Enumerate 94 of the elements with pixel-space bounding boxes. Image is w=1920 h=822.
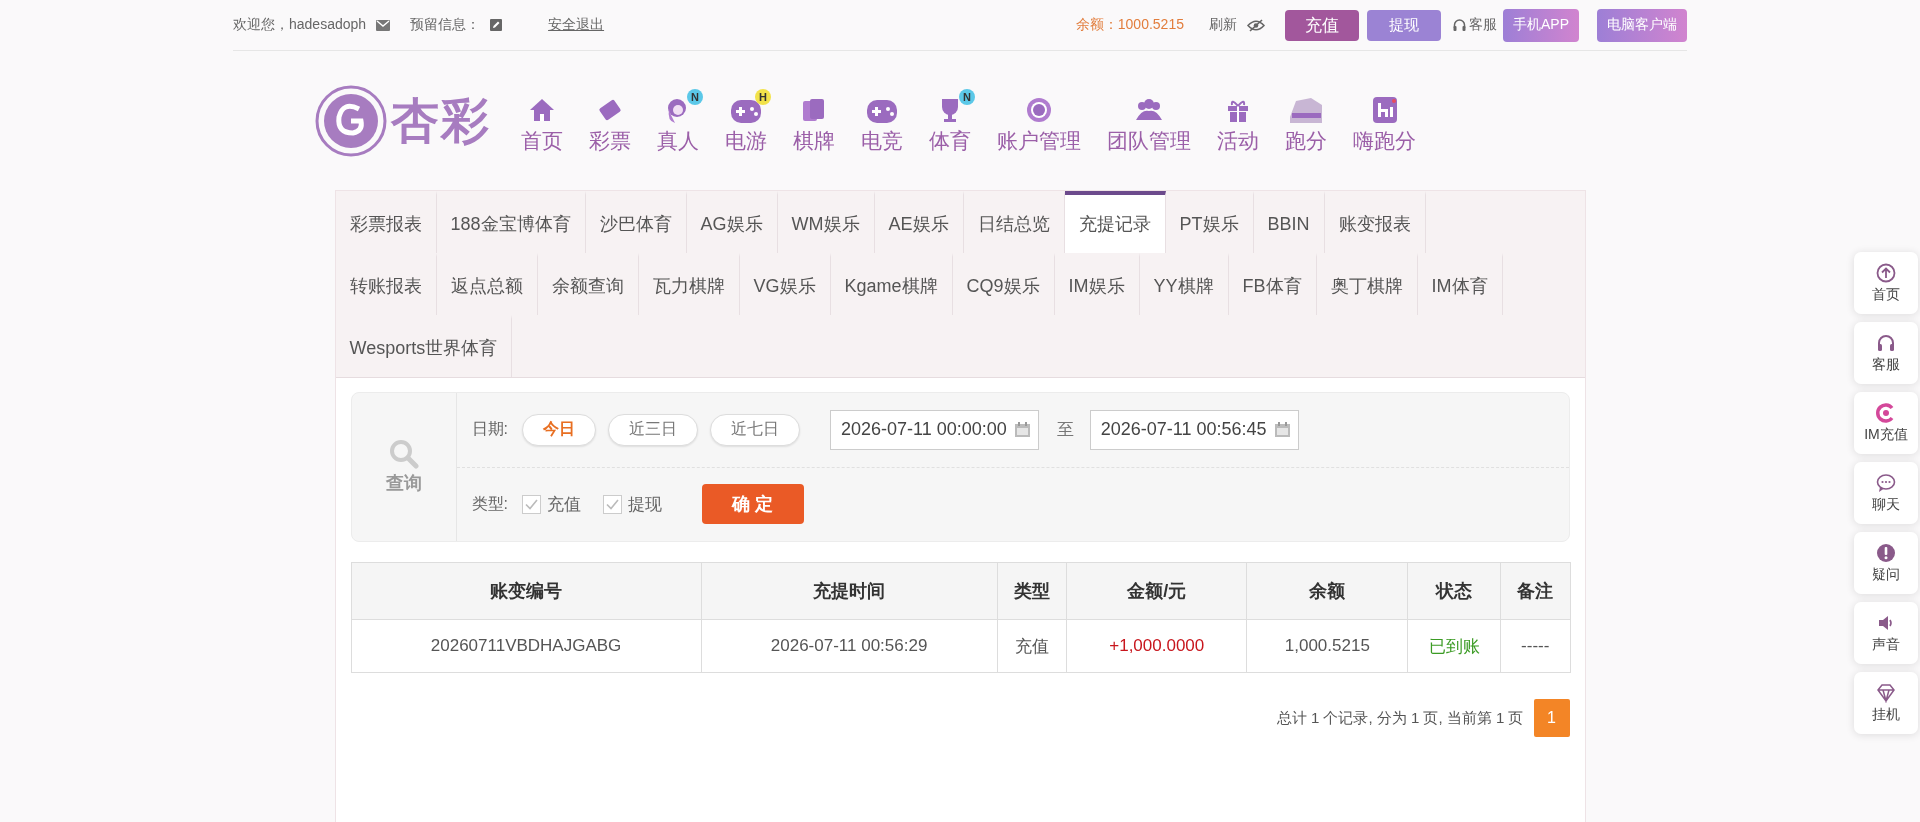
nav-item[interactable]: N 真人 <box>647 86 709 155</box>
report-tab[interactable]: 充提记录 <box>1064 191 1166 253</box>
report-tab[interactable]: 余额查询 <box>537 253 639 315</box>
mail-icon[interactable] <box>376 19 391 31</box>
range-separator: 至 <box>1056 419 1074 442</box>
float-menu-item[interactable]: 客服 <box>1854 322 1918 384</box>
nav-item[interactable]: 活动 <box>1207 86 1269 155</box>
report-tab[interactable]: 瓦力棋牌 <box>638 253 740 315</box>
float-menu-item[interactable]: 挂机 <box>1854 672 1918 734</box>
calendar-icon <box>1274 422 1290 438</box>
column-header: 账变编号 <box>351 562 702 620</box>
table-cell: ----- <box>1500 619 1570 673</box>
table-cell: 2026-07-11 00:56:29 <box>701 619 998 673</box>
float-menu-item[interactable]: 首页 <box>1854 252 1918 314</box>
logo-text: 杏彩 <box>391 92 491 149</box>
float-menu-item[interactable]: 疑问 <box>1854 532 1918 594</box>
logout-link[interactable]: 安全退出 <box>548 16 605 34</box>
type-label: 类型: <box>471 493 508 514</box>
nav-item[interactable]: 首页 <box>511 86 573 155</box>
nav-badge: N <box>959 88 975 105</box>
table-cell: +1,000.0000 <box>1066 619 1247 673</box>
nav-item[interactable]: H 电游 <box>715 86 777 155</box>
nav-item[interactable]: 棋牌 <box>783 86 845 155</box>
headset-icon <box>1876 332 1896 353</box>
end-date-field[interactable]: 2026-07-11 00:56:45 <box>1089 409 1299 450</box>
nav-badge: H <box>755 88 771 105</box>
confirm-button[interactable]: 确 定 <box>701 484 804 525</box>
column-header: 备注 <box>1500 562 1570 620</box>
float-menu-item[interactable]: 声音 <box>1854 602 1918 664</box>
report-tab[interactable]: AE娱乐 <box>874 191 964 253</box>
table-cell: 1,000.5215 <box>1246 619 1408 673</box>
column-header: 金额/元 <box>1066 562 1247 620</box>
column-header: 状态 <box>1407 562 1501 620</box>
report-tab[interactable]: 账变报表 <box>1324 191 1426 253</box>
checkbox[interactable] <box>521 494 541 514</box>
report-tab[interactable]: YY棋牌 <box>1139 253 1229 315</box>
refresh-label: 刷新 <box>1209 16 1237 34</box>
balance-text: 余额：1000.5215 <box>1075 16 1184 34</box>
nav-item[interactable]: 嗨跑分 <box>1343 86 1426 155</box>
reserved-info-label: 预留信息： <box>410 16 481 34</box>
chat-icon <box>1876 472 1896 493</box>
exclamation-icon <box>1876 542 1896 563</box>
column-header: 余额 <box>1246 562 1408 620</box>
report-tab[interactable]: Wesports世界体育 <box>335 315 513 377</box>
report-tab[interactable]: VG娱乐 <box>739 253 831 315</box>
report-tab[interactable]: 转账报表 <box>335 253 437 315</box>
swirl-icon <box>1876 402 1896 423</box>
report-tab[interactable]: WM娱乐 <box>777 191 875 253</box>
column-header: 类型 <box>997 562 1067 620</box>
deposit-button[interactable]: 充值 <box>1285 9 1359 41</box>
headset-icon[interactable] <box>1453 19 1466 31</box>
report-tab[interactable]: 奥丁棋牌 <box>1316 253 1418 315</box>
report-tab[interactable]: 沙巴体育 <box>585 191 687 253</box>
report-tab[interactable]: IM娱乐 <box>1054 253 1140 315</box>
float-menu-item[interactable]: IM充值 <box>1854 392 1918 454</box>
calendar-icon <box>1014 422 1030 438</box>
column-header: 充提时间 <box>701 562 998 620</box>
report-tab[interactable]: 彩票报表 <box>335 191 437 253</box>
float-menu-item[interactable]: 聊天 <box>1854 462 1918 524</box>
nav-item[interactable]: 账户管理 <box>987 86 1091 155</box>
checkbox-label: 提现 <box>627 493 662 516</box>
report-tab[interactable]: IM体育 <box>1417 253 1503 315</box>
report-tab[interactable]: 返点总额 <box>436 253 538 315</box>
report-tab[interactable]: Kgame棋牌 <box>830 253 953 315</box>
report-tab[interactable]: CQ9娱乐 <box>952 253 1055 315</box>
report-tab[interactable]: FB体育 <box>1228 253 1317 315</box>
nav-item[interactable]: N 体育 <box>919 86 981 155</box>
report-tab[interactable]: 188金宝博体育 <box>436 191 586 253</box>
diamond-icon <box>1876 682 1896 703</box>
nav-badge: N <box>687 88 703 105</box>
nav-item[interactable]: 彩票 <box>579 86 641 155</box>
date-range-button[interactable]: 近七日 <box>709 413 800 446</box>
checkbox[interactable] <box>602 494 622 514</box>
table-cell: 充值 <box>997 619 1067 673</box>
table-cell: 20260711VBDHAJGABG <box>351 619 702 673</box>
date-range-button[interactable]: 近三日 <box>607 413 698 446</box>
date-label: 日期: <box>471 419 508 440</box>
nav-item[interactable]: 团队管理 <box>1097 86 1201 155</box>
report-tab[interactable]: PT娱乐 <box>1165 191 1254 253</box>
search-icon <box>388 439 419 469</box>
nav-item[interactable]: 电竞 <box>851 86 913 155</box>
nav-item[interactable]: 跑分 <box>1275 86 1337 155</box>
report-tab[interactable]: AG娱乐 <box>686 191 778 253</box>
pagination-summary: 总计 1 个记录, 分为 1 页, 当前第 1 页 <box>1276 708 1524 728</box>
edit-icon[interactable] <box>490 19 503 31</box>
report-tab[interactable]: 日结总览 <box>963 191 1065 253</box>
checkbox-label: 充值 <box>546 493 581 516</box>
eye-slash-icon[interactable] <box>1247 18 1265 32</box>
welcome-text: 欢迎您，hadesadoph <box>233 16 367 34</box>
table-cell: 已到账 <box>1407 619 1501 673</box>
query-label: 查询 <box>385 472 422 495</box>
report-tab[interactable]: BBIN <box>1253 191 1325 253</box>
start-date-field[interactable]: 2026-07-11 00:00:00 <box>829 409 1039 450</box>
customer-service-link[interactable]: 客服 <box>1469 16 1497 34</box>
